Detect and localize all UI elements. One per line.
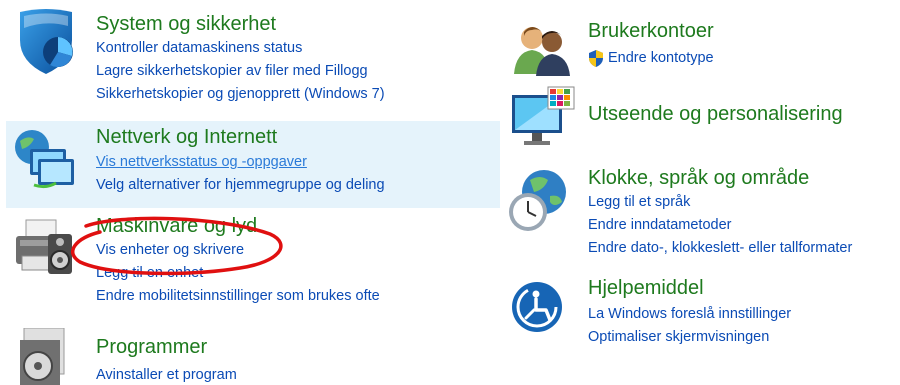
link-windows-suggest-settings[interactable]: La Windows foreslå innstillinger xyxy=(588,303,791,326)
link-backup-restore-win7[interactable]: Sikkerhetskopier og gjenopprett (Windows… xyxy=(96,83,385,106)
user-accounts-icon[interactable] xyxy=(512,22,572,83)
category-title-ease-of-access[interactable]: Hjelpemiddel xyxy=(588,277,704,299)
network-globe-icon[interactable] xyxy=(12,127,76,198)
link-homegroup-sharing[interactable]: Velg alternativer for hjemmegruppe og de… xyxy=(96,174,385,197)
category-ease-of-access: Hjelpemiddel La Windows foreslå innstill… xyxy=(500,270,900,360)
link-optimize-visual-display[interactable]: Optimaliser skjermvisningen xyxy=(588,326,791,349)
category-title-appearance-personalization[interactable]: Utseende og personalisering xyxy=(588,103,843,125)
category-hardware-sound: Maskinvare og lyd Vis enheter og skriver… xyxy=(0,208,500,313)
link-check-computer-status[interactable]: Kontroller datamaskinens status xyxy=(96,37,385,60)
link-devices-printers[interactable]: Vis enheter og skrivere xyxy=(96,239,380,262)
link-add-device[interactable]: Legg til en enhet xyxy=(96,262,380,285)
link-file-history-backup[interactable]: Lagre sikkerhetskopier av filer med Fill… xyxy=(96,60,385,83)
monitor-color-icon[interactable] xyxy=(508,85,576,154)
uac-shield-icon xyxy=(588,50,604,67)
category-clock-language-region: Klokke, språk og område Legg til et språ… xyxy=(500,158,900,268)
category-user-accounts: Brukerkontoer Endre kontotype xyxy=(500,0,900,85)
printer-speaker-icon[interactable] xyxy=(12,216,78,285)
category-title-hardware-sound[interactable]: Maskinvare og lyd xyxy=(96,215,257,237)
link-change-date-time-formats[interactable]: Endre dato-, klokkeslett- eller tallform… xyxy=(588,237,852,260)
control-panel-category-view: System og sikkerhet Kontroller datamaski… xyxy=(0,0,900,385)
link-view-network-status[interactable]: Vis nettverksstatus og -oppgaver xyxy=(96,151,385,174)
link-mobility-settings[interactable]: Endre mobilitetsinnstillinger som brukes… xyxy=(96,285,380,308)
category-programs: Programmer Avinstaller et program xyxy=(0,320,500,385)
category-title-clock-language-region[interactable]: Klokke, språk og område xyxy=(588,167,809,189)
category-title-user-accounts[interactable]: Brukerkontoer xyxy=(588,20,714,42)
category-network-internet[interactable]: Nettverk og Internett Vis nettverksstatu… xyxy=(6,121,500,208)
category-title-programs[interactable]: Programmer xyxy=(96,336,207,358)
category-system-security: System og sikkerhet Kontroller datamaski… xyxy=(0,0,500,115)
programs-disc-box-icon[interactable] xyxy=(18,327,68,385)
clock-globe-icon[interactable] xyxy=(506,168,570,239)
category-title-network-internet[interactable]: Nettverk og Internett xyxy=(96,126,277,148)
category-appearance-personalization: Utseende og personalisering xyxy=(500,85,900,150)
link-change-input-methods[interactable]: Endre inndatametoder xyxy=(588,214,852,237)
link-uninstall-program[interactable]: Avinstaller et program xyxy=(96,364,237,385)
shield-icon[interactable] xyxy=(14,6,80,81)
category-title-system-security[interactable]: System og sikkerhet xyxy=(96,13,276,35)
ease-of-access-icon[interactable] xyxy=(510,280,564,339)
link-change-account-type[interactable]: Endre kontotype xyxy=(588,47,714,70)
link-add-language[interactable]: Legg til et språk xyxy=(588,191,852,214)
